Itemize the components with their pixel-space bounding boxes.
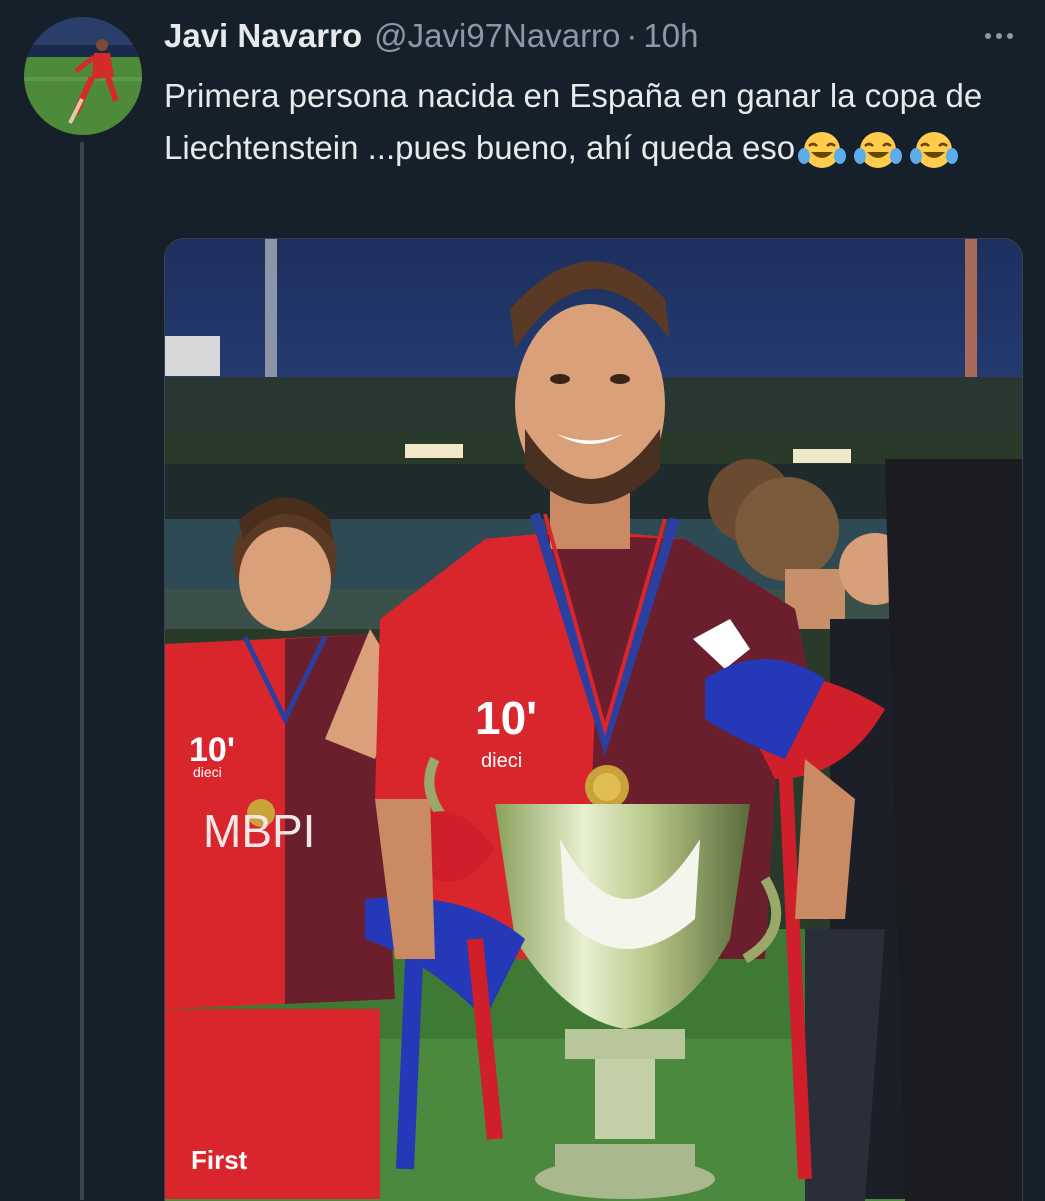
main-shirt-sponsor: 10' — [475, 692, 537, 744]
main-shirt-sub: dieci — [481, 750, 522, 772]
tweet-header: Javi Navarro @Javi97Navarro · 10h — [164, 14, 698, 58]
tweet-text: Primera persona nacida en España en gana… — [164, 70, 1024, 174]
left-shirt-brand: MBPI — [203, 805, 315, 857]
more-options-icon[interactable] — [979, 22, 1019, 50]
display-name[interactable]: Javi Navarro — [164, 17, 362, 55]
thread-line — [80, 142, 84, 1200]
face-with-tears-of-joy-icon — [910, 132, 959, 169]
face-with-tears-of-joy-icon — [798, 132, 847, 169]
timestamp[interactable]: 10h — [643, 17, 698, 55]
user-handle[interactable]: @Javi97Navarro — [374, 17, 620, 55]
separator-dot: · — [626, 17, 638, 54]
face-with-tears-of-joy-icon — [854, 132, 903, 169]
emoji-group — [797, 130, 959, 170]
profile-avatar[interactable] — [24, 17, 142, 135]
left-shirt-sub: dieci — [193, 764, 222, 780]
tweet-photo[interactable]: 10' dieci MBPI First 10' dieci — [164, 238, 1023, 1201]
shorts-sponsor: First — [191, 1145, 248, 1175]
